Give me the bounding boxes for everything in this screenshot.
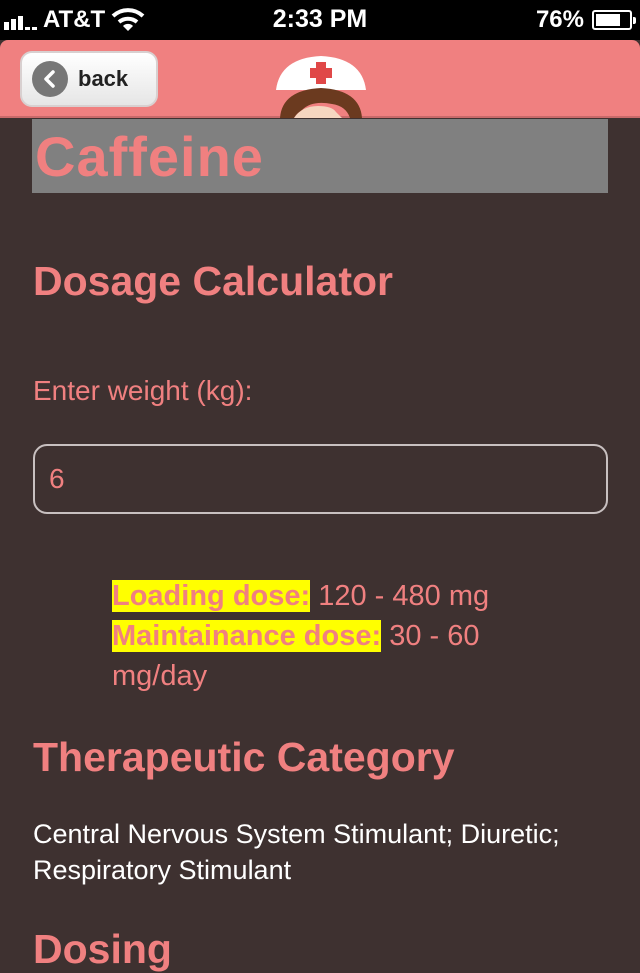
dosing-heading: Dosing	[33, 926, 172, 972]
therapeutic-category-text: Central Nervous System Stimulant; Diuret…	[33, 819, 560, 885]
weight-input[interactable]	[33, 444, 608, 514]
back-button-label: back	[78, 66, 129, 91]
nav-bar: back	[0, 40, 640, 118]
page-title: Caffeine	[35, 125, 264, 188]
therapeutic-category-heading: Therapeutic Category	[33, 734, 455, 780]
status-bar: AT&T 2:33 PM 76%	[0, 0, 640, 40]
battery-fill	[596, 14, 621, 26]
status-right: 76%	[535, 6, 636, 34]
back-button[interactable]: back	[20, 51, 158, 107]
battery-icon	[592, 10, 636, 30]
nurse-logo-icon	[276, 56, 366, 118]
weight-label: Enter weight (kg):	[33, 375, 253, 406]
dosage-calculator-heading: Dosage Calculator	[33, 258, 393, 304]
maintenance-dose-label: Maintainance dose:	[112, 620, 382, 652]
dose-result: Loading dose: 120 - 480 mg Maintainance …	[112, 576, 572, 696]
chevron-left-icon	[32, 61, 68, 97]
loading-dose-value: 120 - 480 mg	[318, 580, 490, 612]
battery-percent: 76%	[535, 6, 584, 33]
loading-dose-label: Loading dose:	[112, 580, 311, 612]
